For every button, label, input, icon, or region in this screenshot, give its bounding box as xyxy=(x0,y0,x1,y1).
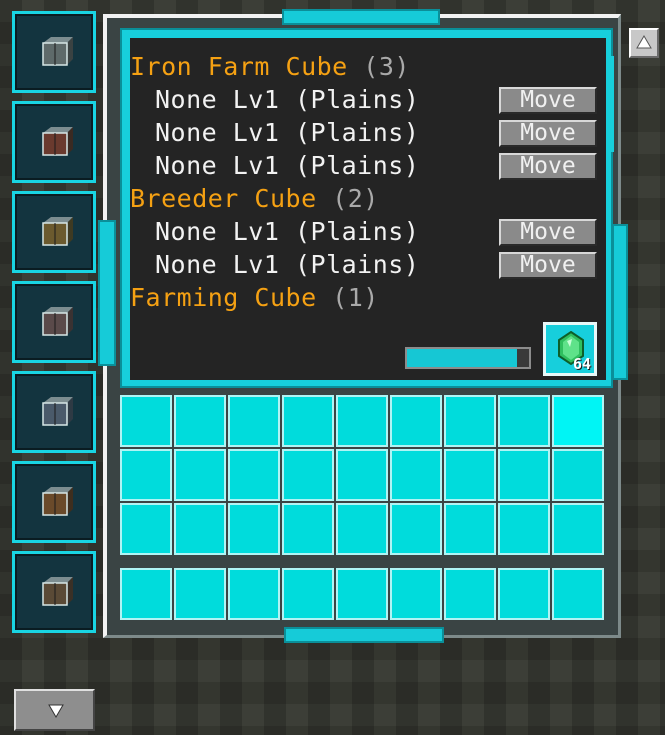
emerald-count: 64 xyxy=(572,355,591,373)
inventory-slot[interactable] xyxy=(444,503,496,555)
cube-icon xyxy=(42,487,73,516)
cube-type-count: (1) xyxy=(332,283,379,312)
panel-tab-right xyxy=(612,224,628,380)
move-button[interactable]: Move xyxy=(499,87,597,114)
cube-tab-4[interactable] xyxy=(12,281,96,363)
cube-icon xyxy=(42,577,73,606)
cube-tab-5[interactable] xyxy=(12,371,96,453)
inventory-slot[interactable] xyxy=(498,503,550,555)
scroll-up-button[interactable] xyxy=(629,28,659,58)
inventory-slot[interactable] xyxy=(444,395,496,447)
cube-type-name: Farming Cube xyxy=(130,283,317,312)
inventory-slot[interactable] xyxy=(174,449,226,501)
cube-type-count: (3) xyxy=(363,52,410,81)
list-item: None Lv1 (Plains) xyxy=(155,118,420,147)
scroll-down-button[interactable] xyxy=(14,689,95,731)
cube-tab-7[interactable] xyxy=(12,551,96,633)
panel-tab-left xyxy=(98,220,116,366)
move-button[interactable]: Move xyxy=(499,120,597,147)
hotbar-slot[interactable] xyxy=(120,568,172,620)
cube-tab-3[interactable] xyxy=(12,191,96,273)
cube-tab-1[interactable] xyxy=(12,11,96,93)
hotbar-grid xyxy=(120,568,604,620)
inventory-slot[interactable] xyxy=(336,449,388,501)
inventory-slot[interactable] xyxy=(120,395,172,447)
inventory-slot[interactable] xyxy=(282,449,334,501)
iron-farm-cube-icon xyxy=(42,37,73,66)
inventory-slot[interactable] xyxy=(498,449,550,501)
inventory-slot[interactable] xyxy=(336,503,388,555)
panel-tab-bottom xyxy=(284,627,444,643)
hotbar-slot[interactable] xyxy=(552,568,604,620)
inventory-slot[interactable] xyxy=(120,503,172,555)
inventory-slot[interactable] xyxy=(120,449,172,501)
move-button[interactable]: Move xyxy=(499,219,597,246)
cube-icon xyxy=(42,307,73,336)
up-arrow-icon xyxy=(636,35,652,49)
inventory-slot[interactable] xyxy=(552,503,604,555)
list-header: Farming Cube (1) xyxy=(130,283,379,313)
hotbar-slot[interactable] xyxy=(498,568,550,620)
list-item: None Lv1 (Plains) xyxy=(155,85,420,114)
farming-cube-icon xyxy=(42,217,73,246)
cube-tab-2[interactable] xyxy=(12,101,96,183)
list-item: None Lv1 (Plains) xyxy=(155,151,420,180)
inventory-slot[interactable] xyxy=(498,395,550,447)
emerald-slot[interactable]: 64 xyxy=(543,322,597,376)
list-header: Breeder Cube (2) xyxy=(130,184,379,214)
inventory-slot[interactable] xyxy=(228,449,280,501)
inventory-slot[interactable] xyxy=(444,449,496,501)
hotbar-slot[interactable] xyxy=(174,568,226,620)
list-item: None Lv1 (Plains) xyxy=(155,250,420,279)
hotbar-slot[interactable] xyxy=(336,568,388,620)
cube-tab-6[interactable] xyxy=(12,461,96,543)
inventory-slot[interactable] xyxy=(174,395,226,447)
inventory-slot[interactable] xyxy=(390,449,442,501)
inventory-slot[interactable] xyxy=(552,395,604,447)
hotbar-slot[interactable] xyxy=(444,568,496,620)
progress-fill xyxy=(407,349,517,367)
inventory-slot[interactable] xyxy=(228,503,280,555)
cube-type-name: Iron Farm Cube xyxy=(130,52,348,81)
move-button[interactable]: Move xyxy=(499,252,597,279)
list-header: Iron Farm Cube (3) xyxy=(130,52,410,82)
inventory-slot[interactable] xyxy=(282,395,334,447)
move-button[interactable]: Move xyxy=(499,153,597,180)
inventory-slot[interactable] xyxy=(282,503,334,555)
inventory-slot[interactable] xyxy=(174,503,226,555)
inventory-slot[interactable] xyxy=(390,395,442,447)
inventory-grid xyxy=(120,395,604,555)
list-scrollbar[interactable] xyxy=(608,56,614,152)
hotbar-slot[interactable] xyxy=(390,568,442,620)
inventory-slot[interactable] xyxy=(336,395,388,447)
inventory-slot[interactable] xyxy=(390,503,442,555)
cube-icon xyxy=(42,397,73,426)
cube-type-count: (2) xyxy=(332,184,379,213)
cube-type-name: Breeder Cube xyxy=(130,184,317,213)
panel-tab-top xyxy=(282,9,440,25)
down-arrow-icon xyxy=(48,704,64,718)
hotbar-slot[interactable] xyxy=(282,568,334,620)
list-item: None Lv1 (Plains) xyxy=(155,217,420,246)
hotbar-slot[interactable] xyxy=(228,568,280,620)
breeder-cube-icon xyxy=(42,127,73,156)
inventory-slot[interactable] xyxy=(552,449,604,501)
inventory-slot[interactable] xyxy=(228,395,280,447)
progress-bar xyxy=(405,347,531,369)
